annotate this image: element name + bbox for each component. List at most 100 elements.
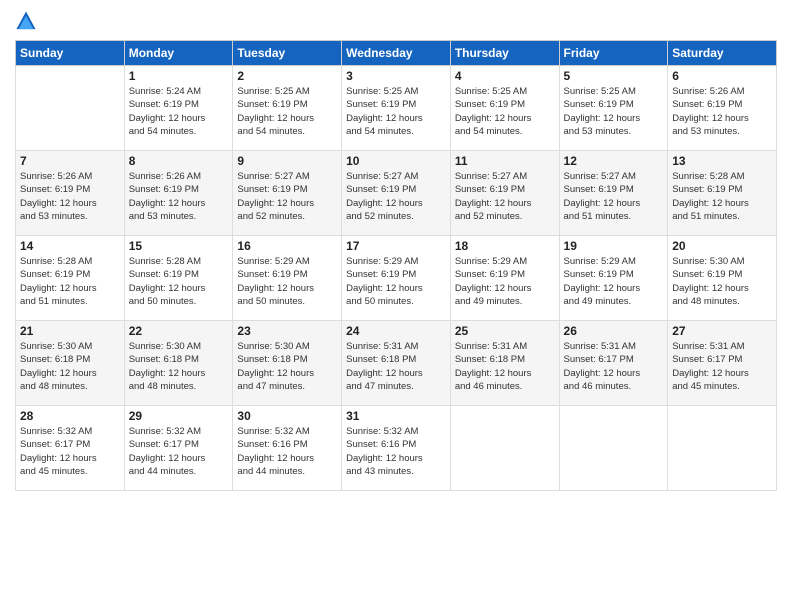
calendar-cell: 9 Sunrise: 5:27 AM Sunset: 6:19 PM Daylig… bbox=[233, 151, 342, 236]
week-row-3: 21 Sunrise: 5:30 AM Sunset: 6:18 PM Dayli… bbox=[16, 321, 777, 406]
day-number: 25 bbox=[455, 324, 555, 338]
calendar-cell: 31 Sunrise: 5:32 AM Sunset: 6:16 PM Dayli… bbox=[342, 406, 451, 491]
cell-info: Sunrise: 5:28 AM Sunset: 6:19 PM Dayligh… bbox=[20, 255, 120, 308]
day-number: 1 bbox=[129, 69, 229, 83]
cell-info: Sunrise: 5:30 AM Sunset: 6:18 PM Dayligh… bbox=[129, 340, 229, 393]
day-number: 26 bbox=[564, 324, 664, 338]
cell-info: Sunrise: 5:31 AM Sunset: 6:17 PM Dayligh… bbox=[564, 340, 664, 393]
page: SundayMondayTuesdayWednesdayThursdayFrid… bbox=[0, 0, 792, 612]
calendar-cell: 21 Sunrise: 5:30 AM Sunset: 6:18 PM Dayli… bbox=[16, 321, 125, 406]
day-number: 22 bbox=[129, 324, 229, 338]
calendar-cell: 7 Sunrise: 5:26 AM Sunset: 6:19 PM Daylig… bbox=[16, 151, 125, 236]
calendar-cell: 1Sunrise: 5:24 AM Sunset: 6:19 PM Daylig… bbox=[124, 66, 233, 151]
cell-info: Sunrise: 5:26 AM Sunset: 6:19 PM Dayligh… bbox=[672, 85, 772, 138]
header-cell-tuesday: Tuesday bbox=[233, 41, 342, 66]
calendar-cell: 14 Sunrise: 5:28 AM Sunset: 6:19 PM Dayli… bbox=[16, 236, 125, 321]
cell-info: Sunrise: 5:28 AM Sunset: 6:19 PM Dayligh… bbox=[129, 255, 229, 308]
cell-info: Sunrise: 5:27 AM Sunset: 6:19 PM Dayligh… bbox=[346, 170, 446, 223]
cell-info: Sunrise: 5:31 AM Sunset: 6:18 PM Dayligh… bbox=[455, 340, 555, 393]
calendar-cell: 8 Sunrise: 5:26 AM Sunset: 6:19 PM Daylig… bbox=[124, 151, 233, 236]
calendar-cell: 12 Sunrise: 5:27 AM Sunset: 6:19 PM Dayli… bbox=[559, 151, 668, 236]
calendar-cell: 3 Sunrise: 5:25 AM Sunset: 6:19 PM Daylig… bbox=[342, 66, 451, 151]
cell-info: Sunrise: 5:29 AM Sunset: 6:19 PM Dayligh… bbox=[564, 255, 664, 308]
day-number: 9 bbox=[237, 154, 337, 168]
calendar-cell: 15 Sunrise: 5:28 AM Sunset: 6:19 PM Dayli… bbox=[124, 236, 233, 321]
day-number: 6 bbox=[672, 69, 772, 83]
day-number: 7 bbox=[20, 154, 120, 168]
calendar-cell bbox=[16, 66, 125, 151]
logo-icon bbox=[15, 10, 37, 32]
header-cell-thursday: Thursday bbox=[450, 41, 559, 66]
header-cell-friday: Friday bbox=[559, 41, 668, 66]
cell-info: Sunrise: 5:30 AM Sunset: 6:18 PM Dayligh… bbox=[20, 340, 120, 393]
day-number: 4 bbox=[455, 69, 555, 83]
calendar-cell: 17Sunrise: 5:29 AM Sunset: 6:19 PM Dayli… bbox=[342, 236, 451, 321]
cell-info: Sunrise: 5:29 AM Sunset: 6:19 PM Dayligh… bbox=[237, 255, 337, 308]
cell-info: Sunrise: 5:27 AM Sunset: 6:19 PM Dayligh… bbox=[237, 170, 337, 223]
calendar-cell: 16 Sunrise: 5:29 AM Sunset: 6:19 PM Dayli… bbox=[233, 236, 342, 321]
calendar-cell: 23 Sunrise: 5:30 AM Sunset: 6:18 PM Dayli… bbox=[233, 321, 342, 406]
cell-info: Sunrise: 5:28 AM Sunset: 6:19 PM Dayligh… bbox=[672, 170, 772, 223]
cell-info: Sunrise: 5:26 AM Sunset: 6:19 PM Dayligh… bbox=[20, 170, 120, 223]
calendar-cell: 13 Sunrise: 5:28 AM Sunset: 6:19 PM Dayli… bbox=[668, 151, 777, 236]
cell-info: Sunrise: 5:32 AM Sunset: 6:17 PM Dayligh… bbox=[129, 425, 229, 478]
day-number: 31 bbox=[346, 409, 446, 423]
cell-info: Sunrise: 5:32 AM Sunset: 6:16 PM Dayligh… bbox=[237, 425, 337, 478]
cell-info: Sunrise: 5:25 AM Sunset: 6:19 PM Dayligh… bbox=[237, 85, 337, 138]
cell-info: Sunrise: 5:29 AM Sunset: 6:19 PM Dayligh… bbox=[346, 255, 446, 308]
day-number: 16 bbox=[237, 239, 337, 253]
calendar-header: SundayMondayTuesdayWednesdayThursdayFrid… bbox=[16, 41, 777, 66]
day-number: 18 bbox=[455, 239, 555, 253]
calendar-cell: 6 Sunrise: 5:26 AM Sunset: 6:19 PM Daylig… bbox=[668, 66, 777, 151]
cell-info: Sunrise: 5:29 AM Sunset: 6:19 PM Dayligh… bbox=[455, 255, 555, 308]
day-number: 28 bbox=[20, 409, 120, 423]
day-number: 13 bbox=[672, 154, 772, 168]
header-cell-sunday: Sunday bbox=[16, 41, 125, 66]
day-number: 14 bbox=[20, 239, 120, 253]
cell-info: Sunrise: 5:30 AM Sunset: 6:18 PM Dayligh… bbox=[237, 340, 337, 393]
week-row-2: 14 Sunrise: 5:28 AM Sunset: 6:19 PM Dayli… bbox=[16, 236, 777, 321]
day-number: 15 bbox=[129, 239, 229, 253]
day-number: 2 bbox=[237, 69, 337, 83]
cell-info: Sunrise: 5:25 AM Sunset: 6:19 PM Dayligh… bbox=[455, 85, 555, 138]
calendar-cell: 5 Sunrise: 5:25 AM Sunset: 6:19 PM Daylig… bbox=[559, 66, 668, 151]
calendar-cell: 25 Sunrise: 5:31 AM Sunset: 6:18 PM Dayli… bbox=[450, 321, 559, 406]
day-number: 20 bbox=[672, 239, 772, 253]
cell-info: Sunrise: 5:26 AM Sunset: 6:19 PM Dayligh… bbox=[129, 170, 229, 223]
calendar-cell: 26 Sunrise: 5:31 AM Sunset: 6:17 PM Dayli… bbox=[559, 321, 668, 406]
cell-info: Sunrise: 5:25 AM Sunset: 6:19 PM Dayligh… bbox=[564, 85, 664, 138]
day-number: 5 bbox=[564, 69, 664, 83]
calendar-cell: 20 Sunrise: 5:30 AM Sunset: 6:19 PM Dayli… bbox=[668, 236, 777, 321]
cell-info: Sunrise: 5:25 AM Sunset: 6:19 PM Dayligh… bbox=[346, 85, 446, 138]
day-number: 3 bbox=[346, 69, 446, 83]
header-cell-saturday: Saturday bbox=[668, 41, 777, 66]
calendar-cell: 18 Sunrise: 5:29 AM Sunset: 6:19 PM Dayli… bbox=[450, 236, 559, 321]
calendar-cell: 22 Sunrise: 5:30 AM Sunset: 6:18 PM Dayli… bbox=[124, 321, 233, 406]
calendar-cell: 4 Sunrise: 5:25 AM Sunset: 6:19 PM Daylig… bbox=[450, 66, 559, 151]
cell-info: Sunrise: 5:31 AM Sunset: 6:18 PM Dayligh… bbox=[346, 340, 446, 393]
day-number: 8 bbox=[129, 154, 229, 168]
day-number: 27 bbox=[672, 324, 772, 338]
cell-info: Sunrise: 5:31 AM Sunset: 6:17 PM Dayligh… bbox=[672, 340, 772, 393]
header-cell-monday: Monday bbox=[124, 41, 233, 66]
calendar-cell: 27 Sunrise: 5:31 AM Sunset: 6:17 PM Dayli… bbox=[668, 321, 777, 406]
day-number: 30 bbox=[237, 409, 337, 423]
week-row-0: 1Sunrise: 5:24 AM Sunset: 6:19 PM Daylig… bbox=[16, 66, 777, 151]
calendar-cell: 28 Sunrise: 5:32 AM Sunset: 6:17 PM Dayli… bbox=[16, 406, 125, 491]
cell-info: Sunrise: 5:32 AM Sunset: 6:17 PM Dayligh… bbox=[20, 425, 120, 478]
day-number: 12 bbox=[564, 154, 664, 168]
calendar-cell: 19Sunrise: 5:29 AM Sunset: 6:19 PM Dayli… bbox=[559, 236, 668, 321]
calendar-cell bbox=[559, 406, 668, 491]
logo bbox=[15, 10, 41, 32]
day-number: 21 bbox=[20, 324, 120, 338]
calendar-cell: 29Sunrise: 5:32 AM Sunset: 6:17 PM Dayli… bbox=[124, 406, 233, 491]
cell-info: Sunrise: 5:27 AM Sunset: 6:19 PM Dayligh… bbox=[564, 170, 664, 223]
day-number: 23 bbox=[237, 324, 337, 338]
calendar-cell: 11Sunrise: 5:27 AM Sunset: 6:19 PM Dayli… bbox=[450, 151, 559, 236]
cell-info: Sunrise: 5:30 AM Sunset: 6:19 PM Dayligh… bbox=[672, 255, 772, 308]
calendar-cell: 24Sunrise: 5:31 AM Sunset: 6:18 PM Dayli… bbox=[342, 321, 451, 406]
calendar-cell bbox=[668, 406, 777, 491]
header-row: SundayMondayTuesdayWednesdayThursdayFrid… bbox=[16, 41, 777, 66]
header-cell-wednesday: Wednesday bbox=[342, 41, 451, 66]
cell-info: Sunrise: 5:32 AM Sunset: 6:16 PM Dayligh… bbox=[346, 425, 446, 478]
